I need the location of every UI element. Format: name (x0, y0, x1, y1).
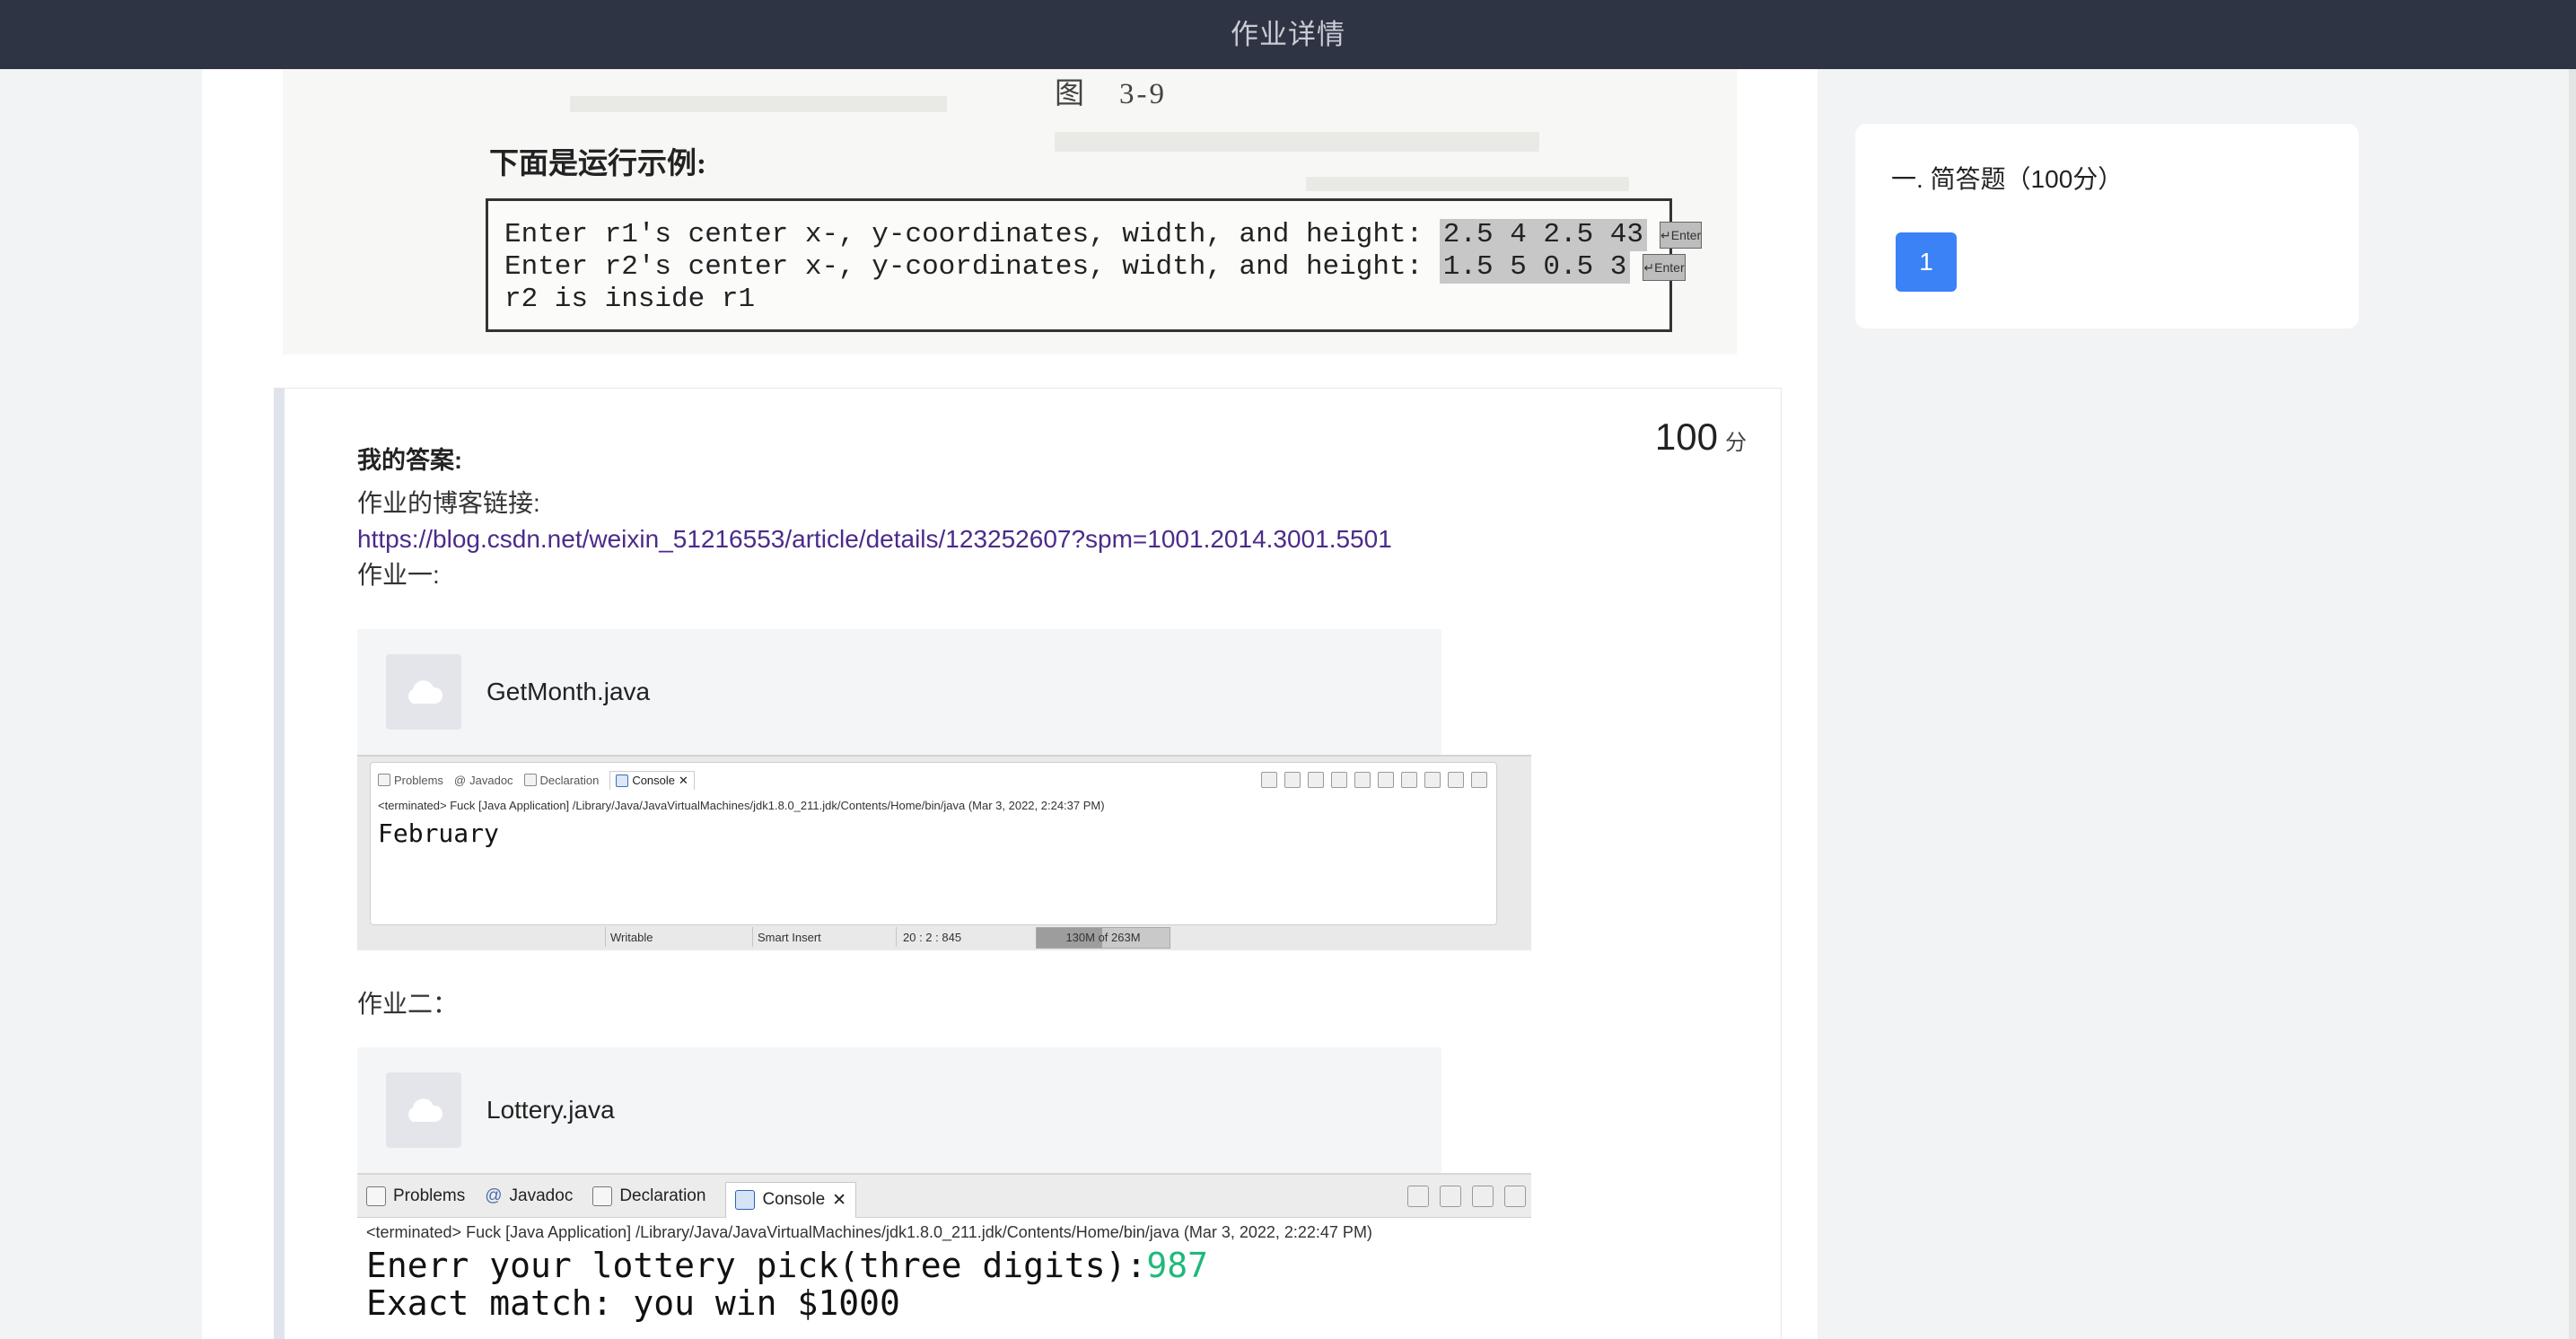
remove-launch-icon (1440, 1186, 1461, 1207)
at-icon: @ (485, 1186, 503, 1205)
attachment-getmonth[interactable]: GetMonth.java (357, 629, 1441, 755)
console-output: Enerr your lottery pick(three digits):98… (366, 1246, 1209, 1323)
homework2-label: 作业二： (357, 990, 459, 1018)
status-bar: Writable Smart Insert 20 : 2 : 845 130M … (357, 923, 1531, 950)
cloud-icon (386, 654, 461, 730)
console-tabs: Problems @ Javadoc Declaration Console ✕ (357, 1175, 1531, 1218)
console-panel: Problems @ Javadoc Declaration Console ✕ <… (370, 762, 1497, 925)
sample-run-box: Enter r1's center x-, y-coordinates, wid… (486, 198, 1703, 332)
display-console-icon (1448, 772, 1464, 788)
console-toolbar (1261, 772, 1487, 788)
answer-card: 100 分 我的答案: 作业的博客链接: https://blog.csdn.ne… (274, 388, 1782, 1339)
answer-body: 我的答案: 作业的博客链接: https://blog.csdn.net/wei… (357, 442, 1531, 1339)
status-writable: Writable (610, 931, 653, 944)
status-position: 20 : 2 : 845 (903, 931, 962, 944)
homework1-label: 作业一: (357, 561, 440, 589)
page-title: 作业详情 (1231, 19, 1345, 50)
remove-all-icon (1308, 772, 1324, 788)
example-title: 下面是运行示例: (489, 148, 706, 180)
declaration-icon (523, 774, 537, 786)
top-bar: 作业详情 (0, 0, 2576, 69)
file-name: GetMonth.java (486, 678, 651, 705)
score: 100 分 (1654, 416, 1747, 458)
close-icon: ✕ (679, 773, 688, 787)
scroll-lock-icon (1354, 772, 1371, 788)
tab-declaration: Declaration (592, 1186, 705, 1206)
my-answer-label: 我的答案: (357, 447, 462, 474)
close-icon: ✕ (832, 1190, 847, 1210)
textbook-scan-image: 图 3-9 下面是运行示例: Enter r1's center x-, y-c… (283, 69, 1737, 354)
section-title: 一. 简答题（100分） (1891, 165, 2124, 193)
sample-line: Enter r1's center x-, y-coordinates, wid… (504, 219, 1703, 251)
status-insert-mode: Smart Insert (758, 931, 821, 944)
console-screenshot-2: Problems @ Javadoc Declaration Console ✕ <… (357, 1173, 1531, 1339)
remove-launch-icon (1284, 772, 1301, 788)
tab-problems: Problems (378, 774, 443, 787)
console-output: February (378, 818, 499, 848)
problems-icon (366, 1186, 386, 1206)
page-scrollbar[interactable] (2569, 69, 2576, 1339)
tab-console: Console ✕ (609, 770, 695, 790)
tab-problems: Problems (366, 1186, 465, 1206)
console-icon (735, 1190, 756, 1210)
cloud-icon (386, 1072, 461, 1148)
terminate-icon (1407, 1186, 1429, 1207)
file-name: Lottery.java (486, 1096, 615, 1124)
clear-console-icon (1504, 1186, 1526, 1207)
blog-link-label: 作业的博客链接: (357, 489, 540, 517)
sample-line: Enter r2's center x-, y-coordinates, wid… (504, 251, 1686, 284)
terminate-icon (1261, 772, 1277, 788)
blog-link[interactable]: https://blog.csdn.net/weixin_51216553/ar… (357, 521, 1524, 557)
problems-icon (378, 774, 390, 786)
attachment-lottery[interactable]: Lottery.java (357, 1047, 1441, 1173)
tab-javadoc: @ Javadoc (453, 773, 513, 787)
declaration-icon (592, 1186, 613, 1206)
pin-console-icon (1424, 772, 1441, 788)
console-tabs: Problems @ Javadoc Declaration Console ✕ (378, 768, 695, 792)
word-wrap-icon (1378, 772, 1394, 788)
remove-all-icon (1472, 1186, 1494, 1207)
open-console-icon (1471, 772, 1487, 788)
tab-console: Console ✕ (725, 1181, 857, 1218)
console-toolbar (1407, 1186, 1526, 1207)
show-output-icon (1401, 772, 1417, 788)
enter-key-icon: ↵Enter (1660, 222, 1703, 249)
terminated-text: <terminated> Fuck [Java Application] /Li… (366, 1223, 1372, 1241)
clear-console-icon (1331, 772, 1347, 788)
question-number-button[interactable]: 1 (1896, 232, 1957, 292)
question-nav-card: 一. 简答题（100分） 1 (1855, 124, 2359, 328)
memory-indicator: 130M of 263M (1036, 927, 1170, 949)
main-content: 图 3-9 下面是运行示例: Enter r1's center x-, y-c… (202, 69, 1818, 1339)
tab-declaration: Declaration (523, 774, 599, 787)
at-icon: @ (453, 773, 467, 787)
sample-line: r2 is inside r1 (504, 284, 756, 315)
console-screenshot-1: Problems @ Javadoc Declaration Console ✕ <… (357, 755, 1531, 950)
terminated-text: <terminated> Fuck [Java Application] /Li… (378, 799, 1105, 812)
figure-caption: 图 3-9 (1055, 78, 1167, 110)
enter-key-icon: ↵Enter (1643, 254, 1686, 281)
console-icon (616, 774, 629, 787)
tab-javadoc: @ Javadoc (485, 1186, 574, 1205)
